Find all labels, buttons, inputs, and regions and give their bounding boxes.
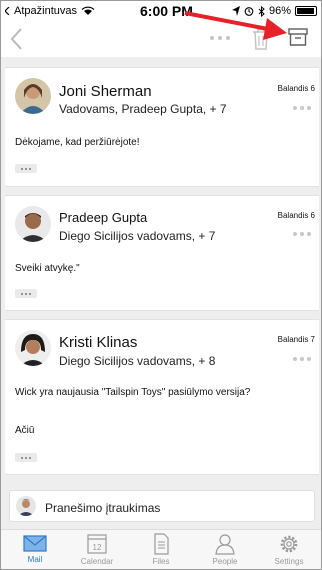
message-item[interactable]: Kristi Klinas Diego Sicilijos vadovams, … bbox=[5, 319, 319, 475]
avatar bbox=[15, 206, 51, 242]
delete-button[interactable] bbox=[252, 28, 270, 50]
sender-name: Joni Sherman bbox=[59, 83, 152, 100]
recipients[interactable]: Diego Sicilijos vadovams, + 7 bbox=[59, 229, 215, 243]
avatar bbox=[15, 78, 51, 114]
sender-name: Kristi Klinas bbox=[59, 334, 138, 351]
message-more-button[interactable] bbox=[293, 357, 311, 361]
files-icon bbox=[154, 533, 169, 555]
dot bbox=[25, 292, 27, 295]
alarm-icon bbox=[244, 7, 254, 16]
wifi-icon bbox=[81, 6, 95, 15]
battery-icon bbox=[295, 6, 317, 16]
message-item[interactable]: Joni Sherman Vadovams, Pradeep Gupta, + … bbox=[5, 67, 319, 187]
dot bbox=[293, 357, 297, 361]
show-quoted-text-button[interactable] bbox=[15, 164, 37, 173]
calendar-badge: 12 bbox=[93, 543, 102, 552]
dot bbox=[300, 357, 304, 361]
more-icon-dot bbox=[210, 36, 214, 40]
message-date: Balandis 6 bbox=[277, 211, 315, 220]
dot bbox=[29, 292, 31, 295]
user-avatar bbox=[16, 496, 36, 516]
tab-files[interactable]: Files bbox=[131, 533, 191, 569]
tab-people[interactable]: People bbox=[195, 533, 255, 569]
more-button[interactable] bbox=[210, 36, 230, 40]
archive-button[interactable] bbox=[288, 27, 308, 47]
people-icon bbox=[215, 534, 235, 555]
message-body-line: Ačiū bbox=[15, 425, 35, 436]
status-bar: Atpažintuvas 6:00 PM 96% bbox=[1, 1, 321, 21]
message-body-line: Dėkojame, kad peržiūrėjote! bbox=[15, 137, 140, 148]
status-left: Atpažintuvas bbox=[5, 5, 95, 17]
more-icon-dot bbox=[226, 36, 230, 40]
mail-icon bbox=[23, 535, 47, 552]
avatar bbox=[15, 330, 51, 366]
sender-name: Pradeep Gupta bbox=[59, 210, 148, 225]
avatar-pradeep-gupta bbox=[15, 206, 51, 242]
avatar bbox=[16, 496, 36, 516]
chevron-left-icon bbox=[10, 28, 22, 50]
tab-label: Calendar bbox=[80, 557, 114, 566]
archive-icon bbox=[288, 28, 308, 46]
message-more-button[interactable] bbox=[293, 232, 311, 236]
message-more-button[interactable] bbox=[293, 106, 311, 110]
more-icon-dot bbox=[218, 36, 222, 40]
dot bbox=[300, 106, 304, 110]
status-right: 96% bbox=[231, 5, 317, 17]
show-quoted-text-button[interactable] bbox=[15, 289, 37, 298]
battery-percent: 96% bbox=[268, 5, 291, 17]
message-body-line: Wick yra naujausia "Tailspin Toys" pasiū… bbox=[15, 387, 251, 398]
tab-bar: Mail 12 Calendar Files People Settings bbox=[1, 529, 321, 569]
dot bbox=[300, 232, 304, 236]
dot bbox=[21, 167, 23, 170]
add-message-button[interactable]: Pranešimo įtraukimas bbox=[9, 490, 315, 522]
settings-icon bbox=[280, 535, 298, 553]
recipients[interactable]: Vadovams, Pradeep Gupta, + 7 bbox=[59, 102, 227, 116]
tab-label: Files bbox=[152, 557, 170, 566]
bluetooth-icon bbox=[258, 5, 265, 17]
dot bbox=[307, 106, 311, 110]
dot bbox=[25, 456, 27, 459]
trash-icon bbox=[253, 28, 269, 50]
message-toolbar bbox=[1, 21, 321, 57]
battery-level bbox=[297, 8, 314, 14]
message-item[interactable]: Pradeep Gupta Diego Sicilijos vadovams, … bbox=[5, 195, 319, 311]
message-body-line: Sveiki atvykę." bbox=[15, 263, 80, 274]
message-date: Balandis 7 bbox=[277, 335, 315, 344]
tab-label: Mail bbox=[27, 555, 43, 564]
status-time: 6:00 PM bbox=[140, 3, 193, 19]
dot bbox=[307, 357, 311, 361]
back-button[interactable] bbox=[9, 27, 25, 51]
avatar-kristi-klinas bbox=[15, 330, 51, 366]
dot bbox=[29, 167, 31, 170]
tab-label: Settings bbox=[274, 557, 304, 566]
dot bbox=[293, 106, 297, 110]
app-frame: Atpažintuvas 6:00 PM 96% Joni Sherman Va… bbox=[0, 0, 322, 570]
avatar-joni-sherman bbox=[15, 78, 51, 114]
calendar-icon: 12 bbox=[87, 534, 107, 554]
location-icon bbox=[231, 6, 240, 16]
dot bbox=[29, 456, 31, 459]
back-to-app-label[interactable]: Atpažintuvas bbox=[14, 5, 77, 17]
tab-label: People bbox=[212, 557, 238, 566]
dot bbox=[21, 292, 23, 295]
show-quoted-text-button[interactable] bbox=[15, 453, 37, 462]
message-date: Balandis 6 bbox=[277, 84, 315, 93]
add-message-label: Pranešimo įtraukimas bbox=[45, 501, 161, 515]
dot bbox=[21, 456, 23, 459]
tab-settings[interactable]: Settings bbox=[259, 533, 319, 569]
dot bbox=[307, 232, 311, 236]
tab-mail[interactable]: Mail bbox=[5, 533, 65, 569]
dot bbox=[25, 167, 27, 170]
dot bbox=[293, 232, 297, 236]
recipients[interactable]: Diego Sicilijos vadovams, + 8 bbox=[59, 354, 215, 368]
tab-calendar[interactable]: 12 Calendar bbox=[67, 533, 127, 569]
back-to-app-icon bbox=[5, 7, 10, 15]
